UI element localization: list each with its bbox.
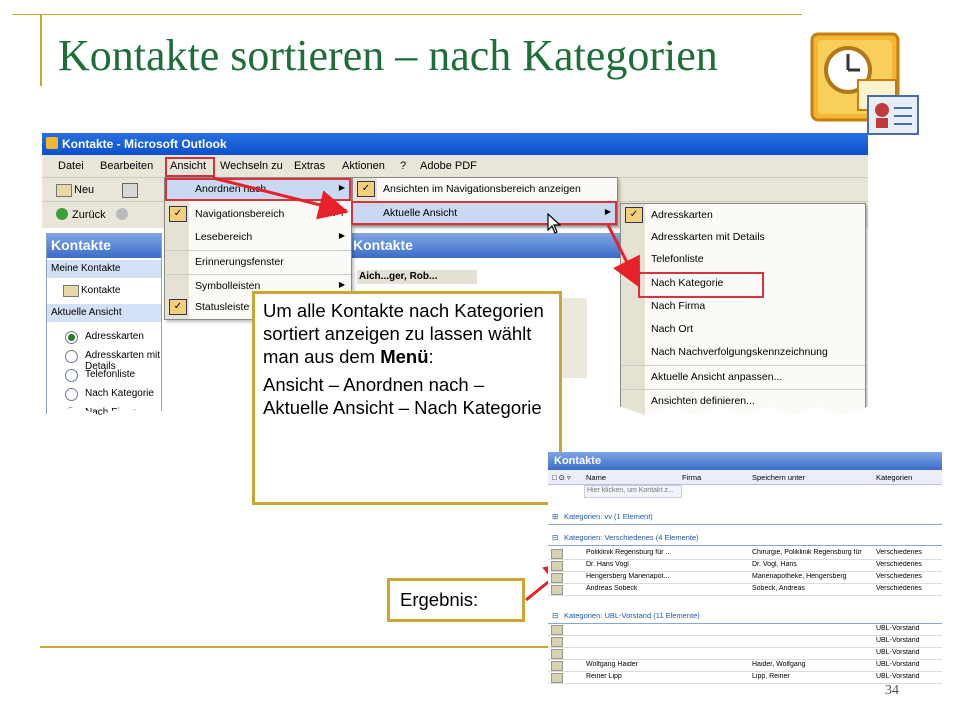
contact-card-icon [551,573,563,583]
result-column-headers: □ ⊙ ▿ Name Firma Speichern unter Kategor… [548,470,942,485]
column-icons: □ ⊙ ▿ [552,473,571,482]
new-contact-row[interactable]: Hier klicken, um Kontakt z... [584,485,682,498]
contact-card-icon [551,549,563,559]
instruction-path: Ansicht – Anordnen nach – Aktuelle Ansic… [263,374,542,418]
result-header: Kontakte [548,452,942,470]
table-row[interactable]: Wolfgang Haider Haider, Wolfgang UBL-Vorst… [548,660,942,672]
column-firma[interactable]: Firma [682,473,701,482]
instruction-text: Um alle Kontakte nach Kategorien sortier… [263,300,544,367]
collapse-icon: ⊟ [552,533,559,542]
contact-card-icon [551,625,563,635]
table-row[interactable]: Hengersberg Marienapot... Marienapotheke,… [548,572,942,584]
instruction-callout: Um alle Kontakte nach Kategorien sortier… [252,291,562,505]
contact-card-icon [551,637,563,647]
table-row[interactable]: UBL-Vorstand [548,624,942,636]
table-row[interactable]: Poliklinik Regensburg für ... Chirurgie, … [548,548,942,560]
result-callout: Ergebnis: [387,578,525,622]
result-callout-text: Ergebnis: [400,589,479,610]
column-kategorien[interactable]: Kategorien [876,473,912,482]
contact-card-icon [551,585,563,595]
contact-card-icon [551,661,563,671]
contact-card-icon [551,561,563,571]
group-row-vv[interactable]: ⊞ Kategorien: vv (1 Element) [548,508,942,525]
column-name[interactable]: Name [586,473,606,482]
group-row-verschiedenes[interactable]: ⊟ Kategorien: Verschiedenes (4 Elemente) [548,529,942,546]
contact-card-icon [551,649,563,659]
arrow-to-nach-kategorie [606,224,641,289]
arrow-to-anordnen-submenu [212,176,349,220]
table-row[interactable]: Andreas Sobeck Sobeck, Andreas Verschieden… [548,584,942,596]
table-row[interactable]: UBL-Vorstand [548,636,942,648]
collapse-icon: ⊟ [552,611,559,620]
group-row-ubl-vorstand[interactable]: ⊟ Kategorien: UBL-Vorstand (11 Elemente) [548,607,942,624]
result-screenshot: Kontakte □ ⊙ ▿ Name Firma Speichern unte… [548,452,942,684]
column-speichern-unter[interactable]: Speichern unter [752,473,805,482]
table-row[interactable]: UBL-Vorstand [548,648,942,660]
contact-card-icon [551,673,563,683]
table-row[interactable]: Reiner Lipp Lipp, Reiner UBL-Vorstand [548,672,942,684]
expand-icon: ⊞ [552,512,559,521]
table-row[interactable]: Dr. Hans Vogl Dr. Vogl, Hans Verschiedenes [548,560,942,572]
